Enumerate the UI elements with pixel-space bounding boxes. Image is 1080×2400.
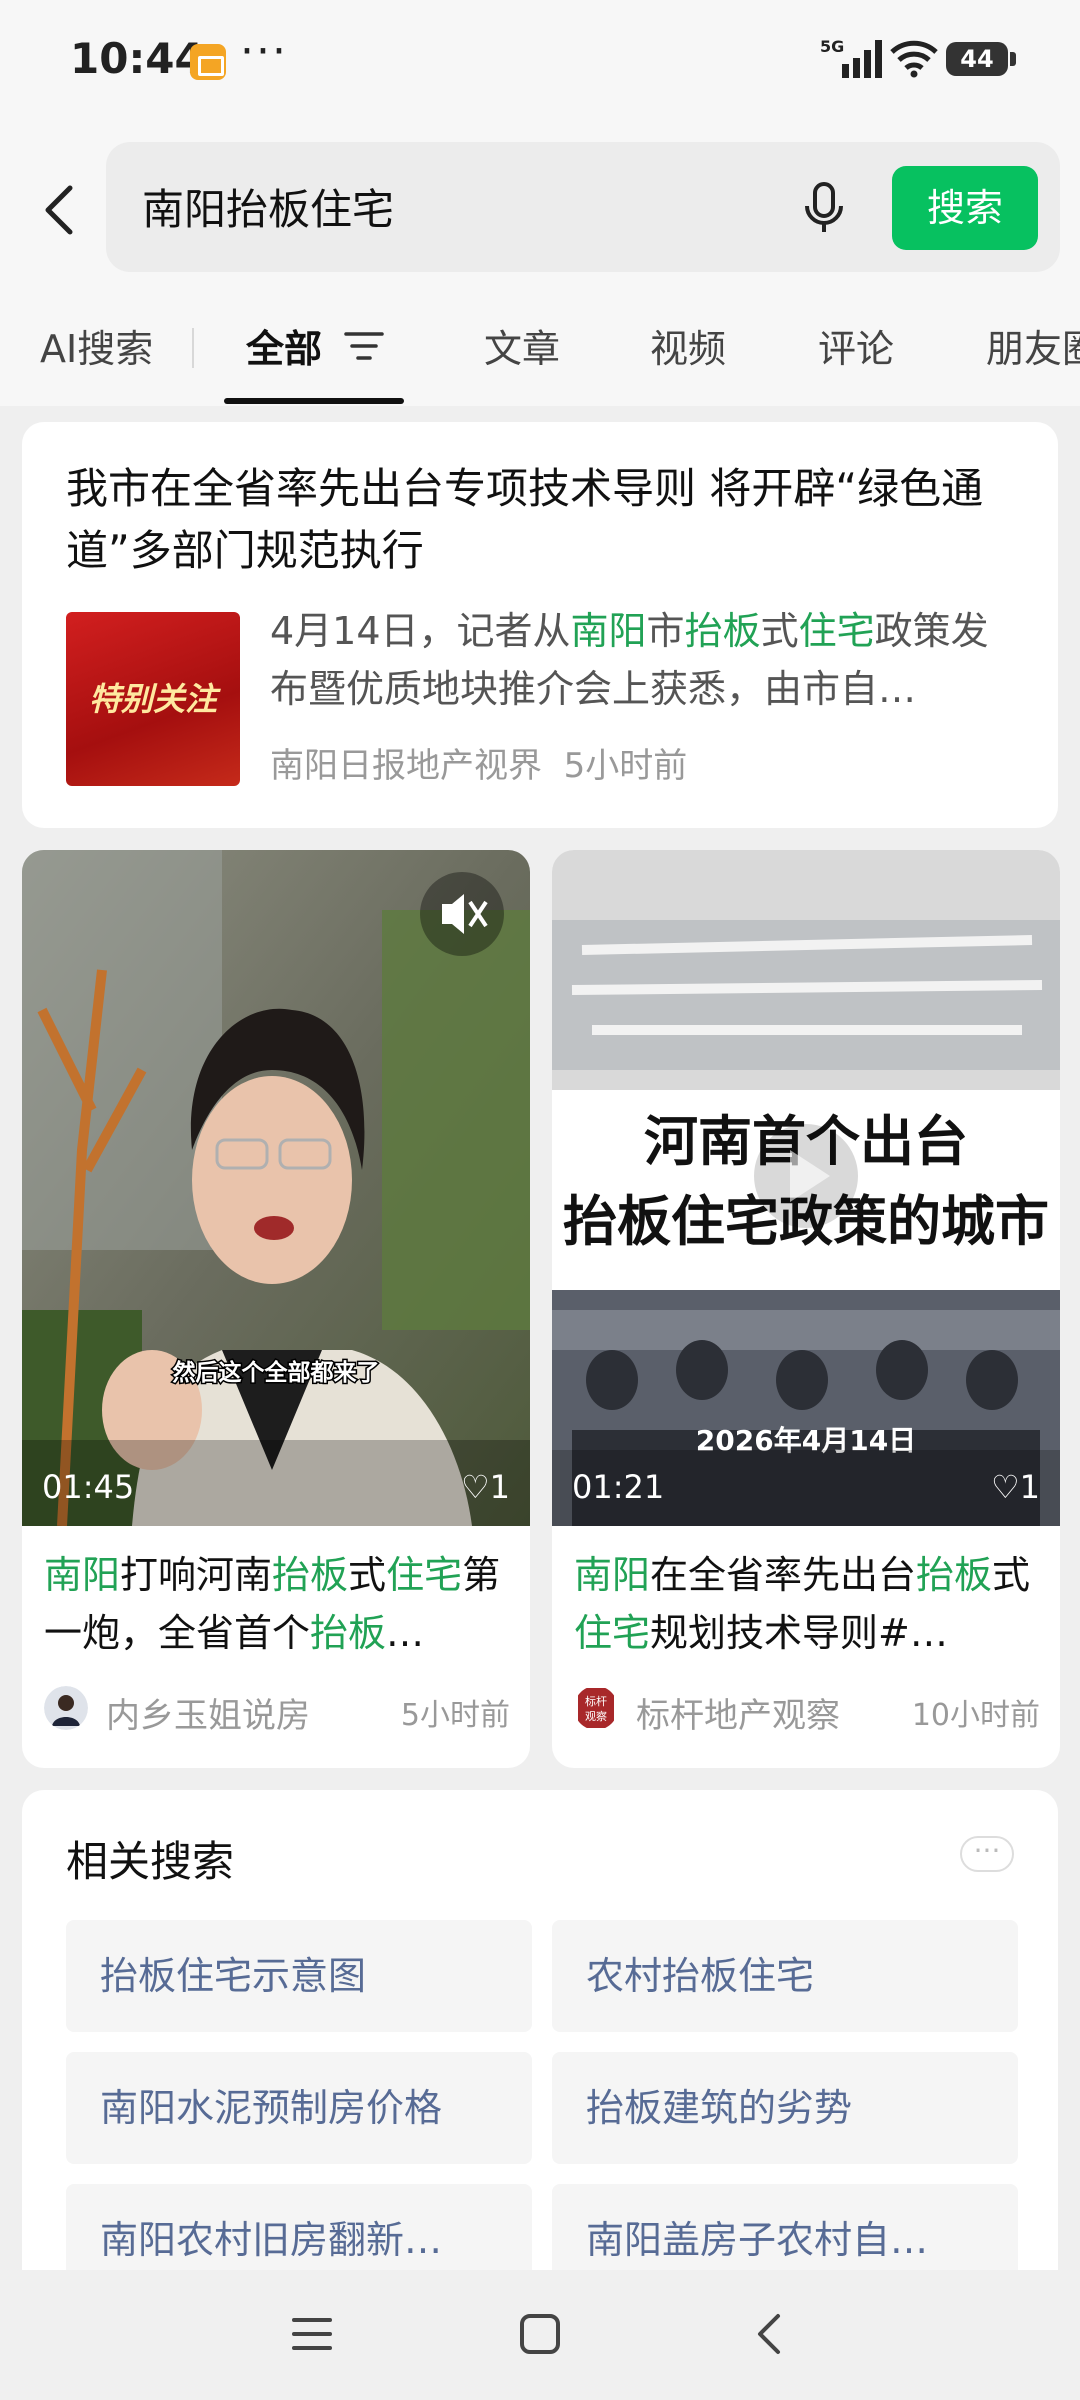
video-result-card[interactable]: 然后这个全部都来了 01:45 ♡1 南阳打响河南抬板式住宅第一炮，全省首个抬板… [22, 850, 530, 1768]
home-icon[interactable] [518, 2312, 562, 2356]
heart-icon: ♡ [460, 1468, 490, 1506]
wifi-icon [890, 40, 938, 78]
calendar-notification-icon [190, 44, 226, 80]
tab-articles[interactable]: 文章 [484, 318, 560, 373]
back-arrow-icon[interactable] [30, 170, 90, 250]
network-type-label: 5G [820, 37, 844, 56]
tab-videos[interactable]: 视频 [650, 318, 726, 373]
article-result-card[interactable]: 我市在全省率先出台专项技术导则 将开辟“绿色通道”多部门规范执行 特别关注 4月… [22, 422, 1058, 828]
video-duration: 01:21 [572, 1468, 665, 1506]
back-nav-icon[interactable] [748, 2312, 792, 2356]
video-likes: ♡1 [990, 1468, 1040, 1506]
search-input[interactable] [142, 166, 782, 246]
video-title: 南阳在全省率先出台抬板式住宅规划技术导则#… [574, 1553, 1031, 1655]
thumbnail-text: 特别关注 [88, 680, 217, 718]
video-frame-image: 河南首个出台 抬板住宅政策的城市 2026年4月14日 [552, 850, 1060, 1526]
tab-moments[interactable]: 朋友圈 [986, 318, 1080, 373]
video-duration: 01:45 [42, 1468, 135, 1506]
heart-icon: ♡ [990, 1468, 1020, 1506]
active-tab-indicator [224, 398, 404, 404]
article-title: 我市在全省率先出台专项技术导则 将开辟“绿色通道”多部门规范执行 [66, 464, 984, 575]
more-notifications-icon: ··· [240, 26, 288, 77]
video-title: 南阳打响河南抬板式住宅第一炮，全省首个抬板… [44, 1553, 501, 1655]
video-thumbnail[interactable]: 然后这个全部都来了 01:45 ♡1 [22, 850, 530, 1526]
more-options-icon[interactable]: ··· [960, 1836, 1014, 1872]
video-caption: 然后这个全部都来了 [173, 1359, 380, 1386]
video-meta: 标杆 观察 标杆地产观察 10小时前 [574, 1686, 1040, 1736]
video-time: 5小时前 [400, 1698, 510, 1733]
related-search-item[interactable]: 抬板住宅示意图 [66, 1920, 532, 2032]
tab-all[interactable]: 全部 [246, 318, 322, 373]
related-search-item[interactable]: 南阳农村旧房翻新… [66, 2184, 532, 2270]
related-searches-title: 相关搜索 [66, 1837, 235, 1886]
article-summary: 4月14日，记者从南阳市抬板式住宅政策发布暨优质地块推介会上获悉，由市自… [270, 609, 989, 711]
status-time: 10:44 [70, 34, 204, 83]
author-avatar[interactable] [44, 1686, 88, 1730]
recent-apps-icon[interactable] [290, 2312, 334, 2356]
author-avatar[interactable]: 标杆 观察 [574, 1686, 618, 1730]
filter-tabs: AI搜索 全部 文章 视频 评论 朋友圈 [0, 290, 1080, 406]
article-time: 5小时前 [563, 746, 688, 786]
article-meta: 南阳日报地产视界 5小时前 [270, 738, 687, 787]
related-search-item[interactable]: 南阳盖房子农村自… [552, 2184, 1018, 2270]
cellular-signal-icon: 5G [820, 37, 882, 78]
video-time: 10小时前 [911, 1698, 1040, 1733]
article-thumbnail: 特别关注 [66, 612, 240, 786]
status-bar: 10:44 ··· 5G 44 [0, 0, 1080, 120]
svg-text:观察: 观察 [585, 1709, 607, 1723]
search-button[interactable]: 搜索 [892, 166, 1038, 250]
video-frame-image: 然后这个全部都来了 [22, 850, 530, 1526]
battery-icon: 44 [946, 42, 1016, 76]
search-header: 搜索 [0, 120, 1080, 290]
search-box[interactable]: 搜索 [106, 142, 1060, 272]
avatar-text: 标杆 [585, 1694, 607, 1708]
video-thumbnail[interactable]: 河南首个出台 抬板住宅政策的城市 2026年4月14日 01:21 ♡1 [552, 850, 1060, 1526]
related-searches: 相关搜索 ··· 抬板住宅示意图 农村抬板住宅 南阳水泥预制房价格 抬板建筑的劣… [22, 1790, 1058, 2270]
related-search-item[interactable]: 抬板建筑的劣势 [552, 2052, 1018, 2164]
related-search-item[interactable]: 南阳水泥预制房价格 [66, 2052, 532, 2164]
video-author: 标杆地产观察 [636, 1696, 840, 1736]
video-author: 内乡玉姐说房 [106, 1696, 310, 1736]
article-source: 南阳日报地产视界 [270, 746, 542, 786]
tab-divider [192, 328, 194, 368]
microphone-icon[interactable] [796, 178, 852, 238]
video-meta: 内乡玉姐说房 5小时前 [44, 1686, 510, 1736]
related-search-item[interactable]: 农村抬板住宅 [552, 1920, 1018, 2032]
filter-icon[interactable] [344, 328, 384, 364]
tab-ai-search[interactable]: AI搜索 [40, 318, 153, 373]
video-result-card[interactable]: 河南首个出台 抬板住宅政策的城市 2026年4月14日 01:21 ♡1 南阳在… [552, 850, 1060, 1768]
tab-comments[interactable]: 评论 [818, 318, 894, 373]
video-likes: ♡1 [460, 1468, 510, 1506]
system-navigation-bar [0, 2270, 1080, 2400]
